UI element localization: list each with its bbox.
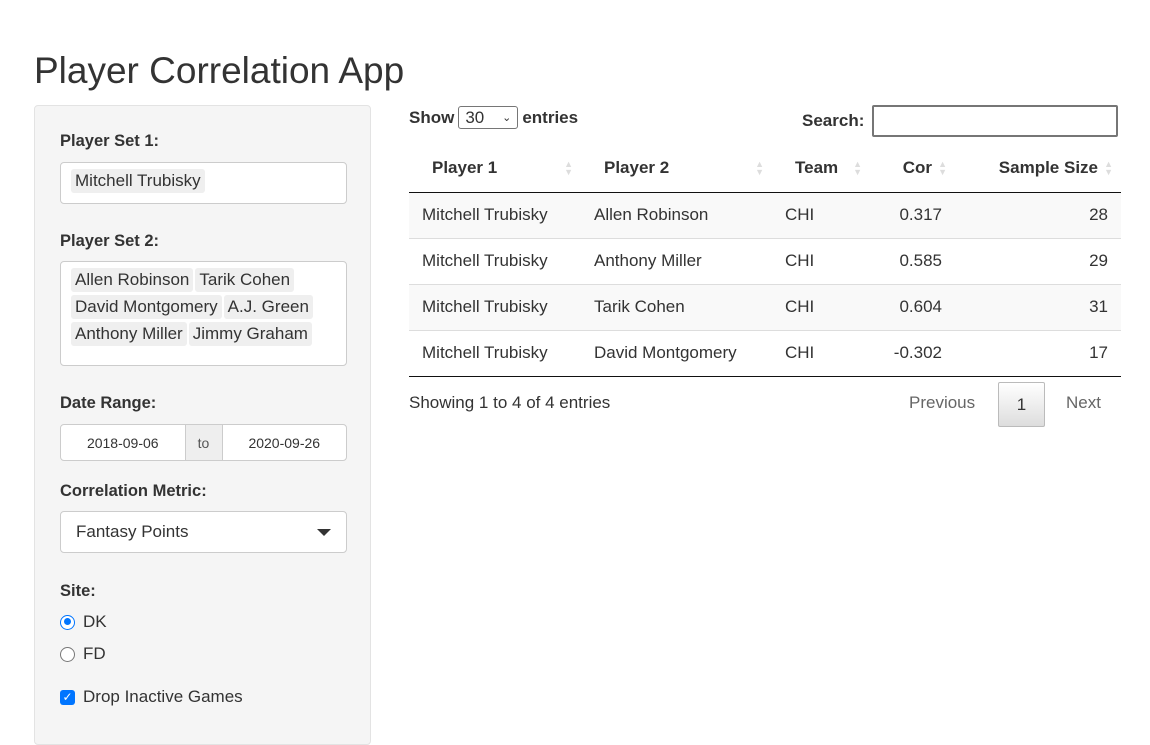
sort-icon: ▲ ▼ xyxy=(938,159,947,177)
cell-player-2: Anthony Miller xyxy=(581,237,772,284)
column-header-player-2[interactable]: Player 2 ▲ ▼ xyxy=(581,145,772,193)
search-input[interactable] xyxy=(872,105,1119,137)
player-chip[interactable]: David Montgomery xyxy=(71,295,222,319)
cell-sample-size: 29 xyxy=(955,237,1121,284)
player-set-1-input[interactable]: Mitchell Trubisky xyxy=(60,162,347,204)
player-set-2-input[interactable]: Allen Robinson Tarik Cohen David Montgome… xyxy=(60,261,347,366)
cell-team: CHI xyxy=(772,237,870,284)
column-header-player-1[interactable]: Player 1 ▲ ▼ xyxy=(409,145,581,193)
cell-sample-size: 31 xyxy=(955,283,1121,330)
cell-team: CHI xyxy=(772,329,870,377)
player-set-2-label: Player Set 2: xyxy=(60,232,160,250)
cell-sample-size: 17 xyxy=(955,329,1121,377)
cell-team: CHI xyxy=(772,192,870,238)
metric-select[interactable]: Fantasy Points xyxy=(60,511,347,553)
previous-button[interactable]: Previous xyxy=(909,393,975,413)
metric-value: Fantasy Points xyxy=(76,522,189,541)
length-control: Show 30 ⌄ entries xyxy=(409,106,578,129)
entries-value: 30 xyxy=(465,107,485,127)
cell-cor: -0.302 xyxy=(870,329,955,377)
site-option-dk[interactable]: DK xyxy=(60,612,107,632)
player-chip[interactable]: Mitchell Trubisky xyxy=(71,169,205,193)
player-chip[interactable]: Allen Robinson xyxy=(71,268,194,292)
radio-unchecked-icon[interactable] xyxy=(60,646,75,662)
cell-cor: 0.585 xyxy=(870,237,955,284)
cell-player-1: Mitchell Trubisky xyxy=(409,283,581,330)
player-chip[interactable]: Tarik Cohen xyxy=(195,268,295,292)
player-chip[interactable]: A.J. Green xyxy=(223,295,313,319)
site-option-fd[interactable]: FD xyxy=(60,644,106,664)
table-row: Mitchell Trubisky Tarik Cohen CHI 0.604 31 xyxy=(409,283,1121,330)
cell-team: CHI xyxy=(772,283,870,330)
search-label: Search: xyxy=(802,111,865,130)
date-range-input: 2018-09-06 to 2020-09-26 xyxy=(60,424,347,461)
show-label: Show xyxy=(409,107,455,127)
cell-sample-size: 28 xyxy=(955,192,1121,238)
player-chip[interactable]: Anthony Miller xyxy=(71,322,187,346)
cell-player-1: Mitchell Trubisky xyxy=(409,329,581,377)
entries-select[interactable]: 30 ⌄ xyxy=(458,106,519,129)
sort-icon: ▲ ▼ xyxy=(755,159,764,177)
checkbox-checked-icon[interactable]: ✓ xyxy=(60,689,75,705)
metric-label: Correlation Metric: xyxy=(60,482,207,500)
cell-cor: 0.317 xyxy=(870,192,955,238)
sidebar-panel: Player Set 1: Mitchell Trubisky Player S… xyxy=(34,105,371,745)
option-label: FD xyxy=(83,644,106,663)
cell-player-2: Allen Robinson xyxy=(581,192,772,238)
page-1-button[interactable]: 1 xyxy=(998,382,1045,427)
date-separator: to xyxy=(184,425,223,460)
table-row: Mitchell Trubisky David Montgomery CHI -0.3… xyxy=(409,329,1121,377)
cell-player-1: Mitchell Trubisky xyxy=(409,192,581,238)
option-label: DK xyxy=(83,612,107,631)
cell-player-2: Tarik Cohen xyxy=(581,283,772,330)
next-button[interactable]: Next xyxy=(1066,393,1101,413)
page-title: Player Correlation App xyxy=(34,50,405,91)
start-date-input[interactable]: 2018-09-06 xyxy=(61,425,185,460)
column-header-team[interactable]: Team ▲ ▼ xyxy=(772,145,870,193)
date-range-label: Date Range: xyxy=(60,394,157,412)
table-info: Showing 1 to 4 of 4 entries xyxy=(409,393,611,412)
entries-label: entries xyxy=(522,107,579,127)
sort-icon: ▲ ▼ xyxy=(564,159,573,177)
radio-checked-icon[interactable] xyxy=(60,614,75,630)
cell-player-2: David Montgomery xyxy=(581,329,772,377)
column-header-sample-size[interactable]: Sample Size ▲ ▼ xyxy=(955,145,1121,193)
end-date-input[interactable]: 2020-09-26 xyxy=(223,425,347,460)
player-set-1-label: Player Set 1: xyxy=(60,132,160,150)
cell-cor: 0.604 xyxy=(870,283,955,330)
sort-icon: ▲ ▼ xyxy=(853,159,862,177)
sort-icon: ▲ ▼ xyxy=(1104,159,1113,177)
site-label: Site: xyxy=(60,582,96,600)
column-header-cor[interactable]: Cor ▲ ▼ xyxy=(870,145,955,193)
table-row: Mitchell Trubisky Anthony Miller CHI 0.585 2… xyxy=(409,237,1121,284)
chevron-down-icon: ⌄ xyxy=(502,112,512,124)
pagination: 1 xyxy=(998,382,1045,427)
search-control: Search: xyxy=(802,105,1119,137)
caret-down-icon xyxy=(317,528,331,536)
table-row: Mitchell Trubisky Allen Robinson CHI 0.317 2… xyxy=(409,192,1121,238)
cell-player-1: Mitchell Trubisky xyxy=(409,237,581,284)
checkbox-label: Drop Inactive Games xyxy=(83,687,243,706)
player-chip[interactable]: Jimmy Graham xyxy=(188,322,312,346)
results-table: Player 1 ▲ ▼ Player 2 ▲ ▼ Team ▲ ▼ Cor ▲ ▼ Sampl… xyxy=(409,145,1121,377)
drop-inactive-checkbox[interactable]: ✓ Drop Inactive Games xyxy=(60,687,243,707)
